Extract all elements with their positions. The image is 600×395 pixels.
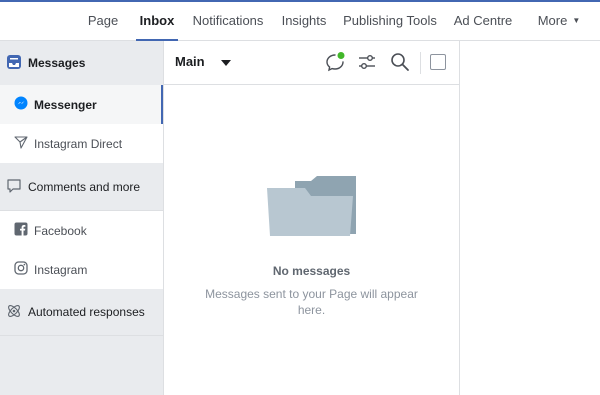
tab-more-label: More [537, 13, 568, 28]
conversation-detail-pane [461, 41, 600, 395]
tab-publishing-tools[interactable]: Publishing Tools [342, 2, 438, 41]
folder-dropdown[interactable]: Main [175, 54, 231, 69]
paper-plane-icon [14, 135, 28, 152]
sidebar-item-instagram-label: Instagram [34, 262, 88, 277]
empty-state-title: No messages [272, 264, 351, 278]
top-nav: Page Inbox Notifications Insights Publis… [0, 0, 600, 41]
inbox-sidebar: Messages Messenger Instagram Direct Comm… [0, 41, 164, 395]
sidebar-header-messages-label: Messages [28, 56, 86, 70]
sidebar-item-facebook[interactable]: Facebook [0, 211, 163, 250]
instagram-icon [14, 261, 28, 278]
sidebar-header-comments[interactable]: Comments and more [0, 165, 163, 209]
divider [0, 335, 163, 336]
atom-icon [6, 303, 22, 322]
empty-state: No messages Messages sent to your Page w… [164, 176, 459, 318]
tab-page[interactable]: Page [80, 2, 126, 41]
sidebar-item-messenger-label: Messenger [34, 97, 97, 112]
conversation-list-pane: Main No messages Messages sent to your P… [164, 41, 460, 395]
toolbar-divider [420, 52, 421, 74]
sidebar-header-automated-responses[interactable]: Automated responses [0, 290, 163, 334]
folder-dropdown-label: Main [175, 54, 205, 69]
empty-state-subtitle: Messages sent to your Page will appear h… [205, 287, 418, 317]
sidebar-header-automated-responses-label: Automated responses [28, 305, 145, 319]
select-all-checkbox[interactable] [430, 54, 446, 70]
search-icon[interactable] [389, 51, 411, 73]
sidebar-item-messenger[interactable]: Messenger [0, 85, 163, 124]
sidebar-item-instagram[interactable]: Instagram [0, 250, 163, 289]
filter-sliders-icon[interactable] [356, 51, 378, 73]
sidebar-header-comments-label: Comments and more [28, 180, 141, 194]
list-toolbar: Main [164, 41, 459, 85]
tab-notifications[interactable]: Notifications [189, 2, 267, 41]
sidebar-item-instagram-direct-label: Instagram Direct [34, 136, 123, 151]
tab-more[interactable]: More ▼ [530, 2, 588, 41]
messenger-icon [14, 96, 28, 113]
sidebar-item-facebook-label: Facebook [34, 223, 87, 238]
folder-icon [267, 176, 357, 236]
tab-inbox[interactable]: Inbox [136, 2, 178, 41]
facebook-icon [14, 222, 28, 239]
caret-down-icon [220, 54, 231, 69]
sidebar-header-messages[interactable]: Messages [0, 41, 163, 85]
inbox-tray-icon [6, 54, 22, 73]
sidebar-item-instagram-direct[interactable]: Instagram Direct [0, 124, 163, 163]
chevron-down-icon: ▼ [572, 16, 581, 25]
tab-insights[interactable]: Insights [278, 2, 330, 41]
comment-bubble-icon [6, 178, 22, 197]
messenger-status-icon[interactable] [324, 51, 346, 73]
tab-ad-centre[interactable]: Ad Centre [450, 2, 516, 41]
